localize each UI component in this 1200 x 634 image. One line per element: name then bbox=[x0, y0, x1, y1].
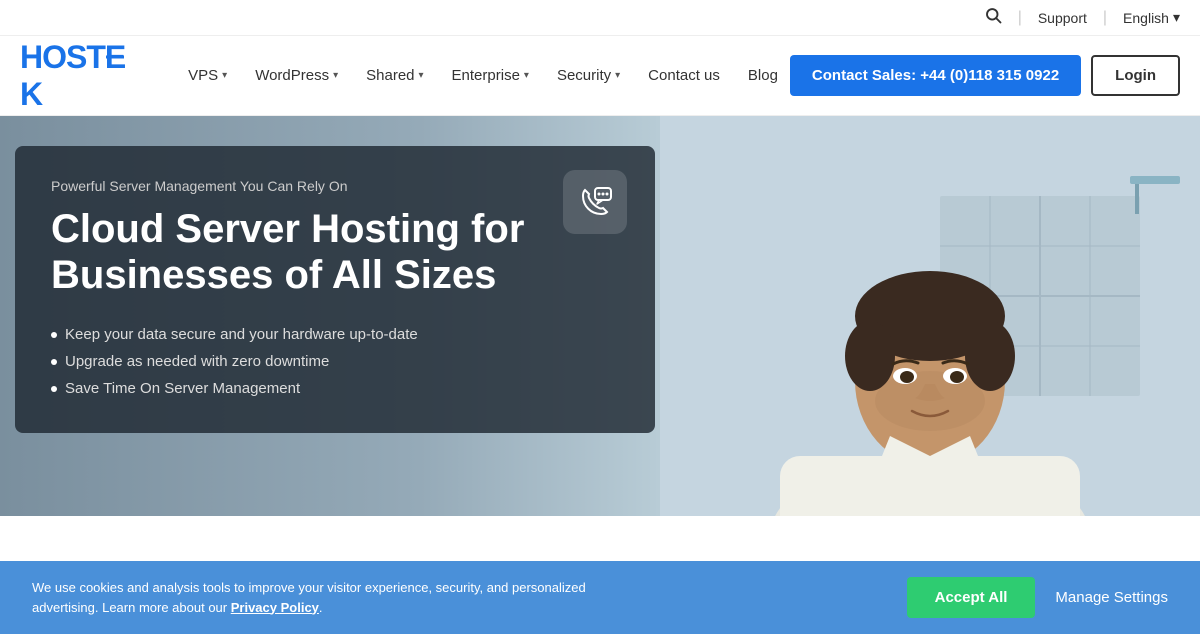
manage-settings-button[interactable]: Manage Settings bbox=[1055, 589, 1168, 606]
language-label: English bbox=[1123, 10, 1169, 26]
nav-item-wordpress[interactable]: WordPress ▾ bbox=[243, 59, 350, 92]
nav-label-blog: Blog bbox=[748, 67, 778, 84]
nav-item-security[interactable]: Security ▾ bbox=[545, 59, 632, 92]
nav-item-contact[interactable]: Contact us bbox=[636, 59, 732, 92]
cookie-bar: We use cookies and analysis tools to imp… bbox=[0, 561, 1200, 634]
cookie-text: We use cookies and analysis tools to imp… bbox=[32, 578, 632, 617]
phone-chat-icon bbox=[577, 184, 613, 220]
nav-label-wordpress: WordPress bbox=[255, 67, 329, 84]
hero-feature-2: Upgrade as needed with zero downtime bbox=[51, 353, 619, 370]
hero-feature-1: Keep your data secure and your hardware … bbox=[51, 326, 619, 343]
top-bar: | Support | English ▾ bbox=[0, 0, 1200, 36]
hero-features-list: Keep your data secure and your hardware … bbox=[51, 326, 619, 397]
hero-subtitle: Powerful Server Management You Can Rely … bbox=[51, 178, 619, 194]
nav-label-enterprise: Enterprise bbox=[452, 67, 520, 84]
hero-title: Cloud Server Hosting for Businesses of A… bbox=[51, 206, 619, 298]
language-selector[interactable]: English ▾ bbox=[1123, 9, 1180, 26]
cookie-period: . bbox=[319, 600, 323, 615]
search-icon[interactable] bbox=[984, 6, 1002, 29]
chevron-down-icon: ▾ bbox=[333, 70, 338, 81]
logo[interactable]: HOST E K bbox=[20, 39, 146, 113]
chevron-down-icon: ▾ bbox=[1173, 9, 1180, 26]
chevron-down-icon: ▾ bbox=[615, 70, 620, 81]
navbar: HOST E K VPS ▾ WordPress ▾ Shared ▾ Ente… bbox=[0, 36, 1200, 116]
nav-item-enterprise[interactable]: Enterprise ▾ bbox=[440, 59, 541, 92]
hero-feature-3: Save Time On Server Management bbox=[51, 380, 619, 397]
chevron-down-icon: ▾ bbox=[524, 70, 529, 81]
hero-person-area bbox=[660, 116, 1200, 516]
nav-item-blog[interactable]: Blog bbox=[736, 59, 790, 92]
nav-menu: VPS ▾ WordPress ▾ Shared ▾ Enterprise ▾ … bbox=[176, 59, 790, 92]
nav-item-shared[interactable]: Shared ▾ bbox=[354, 59, 435, 92]
logo-text: HOST E K bbox=[20, 39, 146, 113]
divider: | bbox=[1018, 9, 1022, 27]
nav-label-vps: VPS bbox=[188, 67, 218, 84]
phone-icon-wrap bbox=[563, 170, 627, 234]
hero-card: Powerful Server Management You Can Rely … bbox=[15, 146, 655, 433]
nav-item-vps[interactable]: VPS ▾ bbox=[176, 59, 239, 92]
privacy-policy-link[interactable]: Privacy Policy bbox=[231, 600, 319, 615]
chevron-down-icon: ▾ bbox=[419, 70, 424, 81]
accept-all-button[interactable]: Accept All bbox=[907, 577, 1036, 618]
nav-label-shared: Shared bbox=[366, 67, 414, 84]
nav-label-contact: Contact us bbox=[648, 67, 720, 84]
login-button[interactable]: Login bbox=[1091, 55, 1180, 96]
cookie-actions: Accept All Manage Settings bbox=[907, 577, 1168, 618]
contact-sales-button[interactable]: Contact Sales: +44 (0)118 315 0922 bbox=[790, 55, 1081, 96]
divider2: | bbox=[1103, 9, 1107, 27]
chevron-down-icon: ▾ bbox=[222, 70, 227, 81]
support-link[interactable]: Support bbox=[1038, 10, 1087, 26]
nav-actions: Contact Sales: +44 (0)118 315 0922 Login bbox=[790, 55, 1180, 96]
hero-section: Powerful Server Management You Can Rely … bbox=[0, 116, 1200, 516]
person-illustration bbox=[660, 116, 1200, 516]
nav-label-security: Security bbox=[557, 67, 611, 84]
